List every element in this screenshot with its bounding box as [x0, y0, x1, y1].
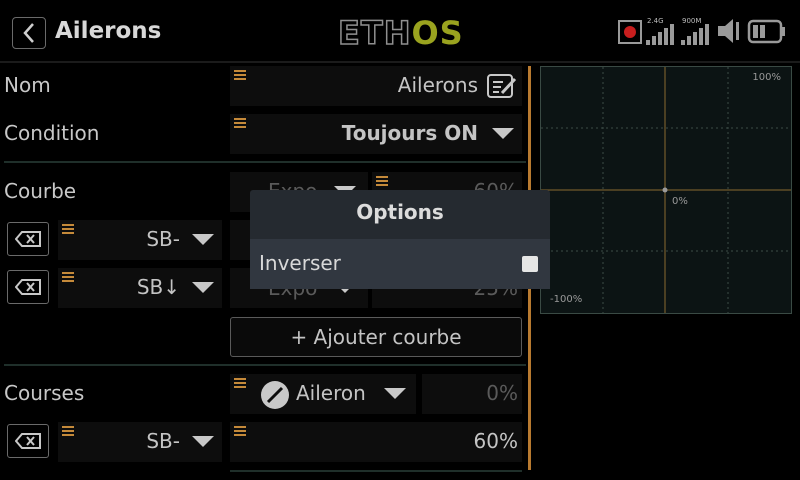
delete-button[interactable]: [7, 424, 49, 458]
invert-label: Inverser: [259, 251, 341, 275]
telemetry-signal-icon: 900M: [680, 14, 714, 48]
chart-center-point: [662, 187, 668, 193]
curve-switch-dropdown[interactable]: SB↓: [58, 268, 222, 308]
drag-handle-icon: [376, 176, 388, 187]
drag-handle-icon: [62, 272, 74, 283]
drag-handle-icon: [234, 426, 246, 437]
speaker-icon: [716, 14, 744, 48]
curve-chart: 100% 0% -100%: [540, 66, 792, 314]
chevron-down-icon: [192, 436, 214, 447]
rates-value-field[interactable]: 60%: [230, 422, 522, 462]
delete-icon: [15, 433, 41, 449]
condition-value: Toujours ON: [341, 121, 478, 145]
section-divider: [4, 364, 526, 366]
section-divider: [4, 161, 526, 163]
rates-label: Courses: [4, 381, 85, 405]
drag-handle-icon: [234, 118, 246, 129]
chart-center-label: 0%: [672, 196, 688, 207]
name-label: Nom: [4, 73, 51, 97]
dialog-title: Options: [356, 200, 444, 224]
section-divider: [230, 470, 522, 472]
drag-handle-icon: [62, 224, 74, 235]
drag-handle-icon: [62, 426, 74, 437]
delete-icon: [15, 231, 41, 247]
chart-grid: [541, 67, 791, 313]
rates-switch-dropdown[interactable]: SB-: [58, 422, 222, 462]
header-bar: Ailerons ETHOS 2.4G 900M: [0, 0, 800, 62]
page-title: Ailerons: [55, 18, 162, 44]
back-button[interactable]: [12, 17, 46, 49]
chevron-left-icon: [23, 23, 34, 43]
rf-signal-icon: 2.4G: [645, 14, 677, 48]
delete-button[interactable]: [7, 270, 49, 304]
aileron-source-icon: [261, 381, 289, 409]
record-icon: [618, 14, 642, 48]
invert-option-row[interactable]: Inverser: [250, 239, 550, 289]
edit-icon: [487, 74, 517, 98]
curve-type-dropdown[interactable]: [230, 220, 250, 260]
name-value: Ailerons: [397, 73, 478, 97]
drag-handle-icon: [234, 70, 246, 81]
invert-checkbox[interactable]: [522, 256, 538, 272]
rates-offset-field[interactable]: 0%: [422, 374, 522, 414]
add-curve-button[interactable]: + Ajouter courbe: [230, 317, 522, 357]
chevron-down-icon: [384, 388, 406, 399]
drag-handle-icon: [234, 378, 246, 389]
chevron-down-icon: [492, 128, 514, 139]
delete-button[interactable]: [7, 222, 49, 256]
condition-dropdown[interactable]: Toujours ON: [230, 114, 522, 154]
chart-bottom-label: -100%: [550, 294, 583, 305]
chart-top-label: 100%: [752, 72, 781, 83]
ethos-logo: ETHOS: [337, 13, 464, 53]
chevron-down-icon: [192, 234, 214, 245]
delete-icon: [15, 279, 41, 295]
chevron-down-icon: [192, 282, 214, 293]
curve-label: Courbe: [4, 179, 77, 203]
header-divider: [0, 61, 800, 63]
name-field[interactable]: Ailerons: [230, 66, 522, 106]
battery-icon: [747, 14, 787, 48]
curve-switch-dropdown[interactable]: SB-: [58, 220, 222, 260]
rates-source-dropdown[interactable]: Aileron: [230, 374, 416, 414]
condition-label: Condition: [4, 121, 100, 145]
options-dialog: Options Inverser: [250, 190, 550, 289]
